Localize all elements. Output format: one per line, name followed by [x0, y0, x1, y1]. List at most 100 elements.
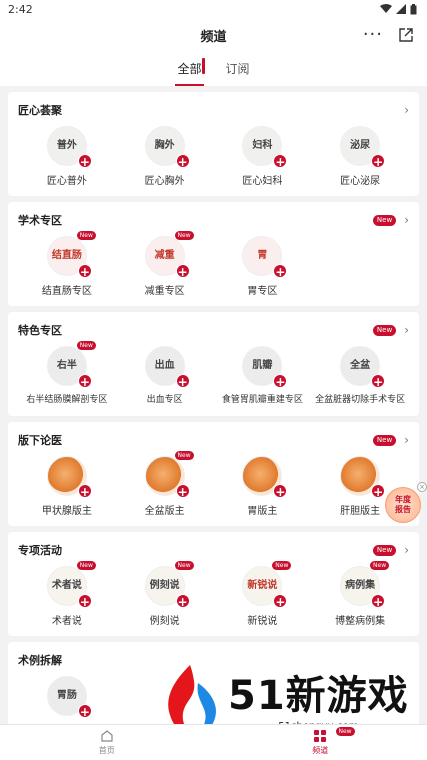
plus-icon[interactable]: + [273, 154, 288, 169]
more-icon[interactable]: ··· [363, 26, 383, 44]
channel-item[interactable]: 普外 + 匠心普外 [18, 126, 116, 187]
channel-label: 胃专区 [247, 286, 278, 297]
new-badge: New [174, 231, 194, 240]
header-actions: ··· [363, 18, 413, 52]
tab-subscribed[interactable]: 订阅 [226, 60, 250, 86]
status-time: 2:42 [8, 2, 33, 16]
calligraphy-icon: 普外 + [46, 126, 92, 169]
chevron-right-icon[interactable]: › [404, 214, 409, 226]
section-jiangxin: 匠心荟聚 › 普外 + 匠心普外 胸外 + 匠心胸外 妇科 + 匠心妇科 泌尿 + 匠心… [8, 92, 419, 196]
channel-item[interactable]: 泌尿 + 匠心泌尿 [311, 126, 409, 187]
annual-report-label: 年度 报告 [395, 495, 411, 514]
new-badge: New [76, 561, 96, 570]
channel-item[interactable]: 新锐说 New + 新锐说 [214, 561, 312, 627]
plus-icon[interactable]: + [77, 484, 92, 499]
calligraphy-icon: 新锐说 New + [242, 561, 292, 609]
channel-list[interactable]: 匠心荟聚 › 普外 + 匠心普外 胸外 + 匠心胸外 妇科 + 匠心妇科 泌尿 + 匠心… [0, 86, 427, 760]
section-header[interactable]: 专项活动 New › [18, 542, 409, 558]
channel-label: 出血专区 [146, 395, 183, 405]
close-icon[interactable]: × [417, 482, 427, 492]
plus-icon[interactable]: + [77, 374, 92, 389]
calligraphy-icon: 泌尿 + [340, 126, 386, 169]
section-items: 术者说 New + 术者说 例刻说 New + 例刻说 新锐说 New + 新锐说 病例集 N… [18, 561, 409, 627]
plus-icon[interactable]: + [273, 374, 288, 389]
channel-item[interactable]: 减重 New + 减重专区 [116, 231, 214, 297]
channel-label: 术者说 [51, 616, 82, 627]
section-title: 版下论医 [18, 434, 62, 447]
plus-icon[interactable]: + [77, 594, 92, 609]
chevron-right-icon[interactable]: › [404, 434, 409, 446]
section-header[interactable]: 匠心荟聚 › [18, 102, 409, 118]
channel-label: 匠心泌尿 [340, 176, 381, 187]
share-icon[interactable] [399, 28, 413, 42]
calligraphy-icon: 妇科 + [242, 126, 288, 169]
section-header[interactable]: 学术专区 New › [18, 212, 409, 228]
tab-cursor-marker [202, 58, 205, 74]
calligraphy-icon: 全盆 + [340, 346, 386, 389]
channel-item[interactable]: 右半 New + 右半结肠膜解剖专区 [18, 341, 116, 405]
calligraphy-icon: 例刻说 New + [144, 561, 194, 609]
channel-item[interactable]: 胸外 + 匠心胸外 [116, 126, 214, 187]
section-header-right: New › [372, 434, 409, 446]
nav-home[interactable]: 首页 [0, 725, 214, 760]
channel-item[interactable]: 出血 + 出血专区 [116, 346, 214, 405]
section-header-right: New › [372, 324, 409, 336]
calligraphy-icon: 减重 New + [144, 231, 194, 279]
channel-item[interactable]: New + 全盆版主 [116, 451, 214, 517]
section-academic: 学术专区 New › 结直肠 New + 结直肠专区 减重 New + 减重专区 胃 + … [8, 202, 419, 306]
plus-icon[interactable]: + [273, 484, 288, 499]
section-items: 结直肠 New + 结直肠专区 减重 New + 减重专区 胃 + 胃专区 [18, 231, 409, 297]
section-header[interactable]: 版下论医 New › [18, 432, 409, 448]
channel-item[interactable]: + 甲状腺版主 [18, 456, 116, 517]
plus-icon[interactable]: + [77, 704, 92, 719]
section-items: 右半 New + 右半结肠膜解剖专区 出血 + 出血专区 肌瓣 + 食管胃肌瓣重建专区 … [18, 341, 409, 405]
chevron-right-icon[interactable]: › [404, 544, 409, 556]
section-activities: 专项活动 New › 术者说 New + 术者说 例刻说 New + 例刻说 新锐说 Ne… [8, 532, 419, 636]
status-icons [380, 3, 417, 15]
calligraphy-icon: 出血 + [144, 346, 190, 389]
channel-item[interactable]: 结直肠 New + 结直肠专区 [18, 231, 116, 297]
chevron-right-icon[interactable]: › [404, 104, 409, 116]
plus-icon[interactable]: + [371, 374, 386, 389]
channel-item-empty [311, 236, 409, 297]
section-header-right: New › [372, 214, 409, 226]
channel-label: 食管胃肌瓣重建专区 [221, 395, 303, 405]
plus-icon[interactable]: + [175, 484, 190, 499]
new-badge: New [272, 561, 292, 570]
chevron-right-icon[interactable]: › [404, 324, 409, 336]
plus-icon[interactable]: + [175, 594, 190, 609]
channel-item[interactable]: 病例集 New + 博整病例集 [311, 561, 409, 627]
channel-item[interactable]: 例刻说 New + 例刻说 [116, 561, 214, 627]
new-badge: New [370, 561, 390, 570]
tab-all[interactable]: 全部 [175, 60, 204, 86]
new-badge: New [335, 727, 355, 736]
plus-icon[interactable]: + [77, 154, 92, 169]
channel-item[interactable]: 胃 + 胃专区 [214, 236, 312, 297]
channel-item[interactable]: 全盆 + 全盆脏器切除手术专区 [311, 346, 409, 405]
plus-icon[interactable]: + [77, 264, 92, 279]
channel-label: 匠心普外 [46, 176, 87, 187]
plus-icon[interactable]: + [371, 154, 386, 169]
new-badge: New [76, 341, 96, 350]
signal-icon [396, 4, 406, 14]
plus-icon[interactable]: + [175, 264, 190, 279]
plus-icon[interactable]: + [371, 594, 386, 609]
channel-item[interactable]: 妇科 + 匠心妇科 [214, 126, 312, 187]
channel-item[interactable]: 术者说 New + 术者说 [18, 561, 116, 627]
organ-icon: + [340, 456, 386, 499]
plus-icon[interactable]: + [371, 484, 386, 499]
calligraphy-icon: 病例集 New + [340, 561, 390, 609]
nav-channel[interactable]: New 频道 [214, 725, 427, 760]
channel-item[interactable]: 肌瓣 + 食管胃肌瓣重建专区 [214, 346, 312, 405]
organ-icon: + [46, 456, 92, 499]
channel-item[interactable]: + 胃版主 [214, 456, 312, 517]
plus-icon[interactable]: + [273, 264, 288, 279]
plus-icon[interactable]: + [273, 594, 288, 609]
nav-label: 首页 [98, 746, 115, 755]
channel-label: 匠心妇科 [242, 176, 283, 187]
section-header[interactable]: 特色专区 New › [18, 322, 409, 338]
plus-icon[interactable]: + [175, 154, 190, 169]
plus-icon[interactable]: + [175, 374, 190, 389]
annual-report-badge[interactable]: 年度 报告 [385, 487, 421, 523]
calligraphy-icon: 肌瓣 + [242, 346, 288, 389]
